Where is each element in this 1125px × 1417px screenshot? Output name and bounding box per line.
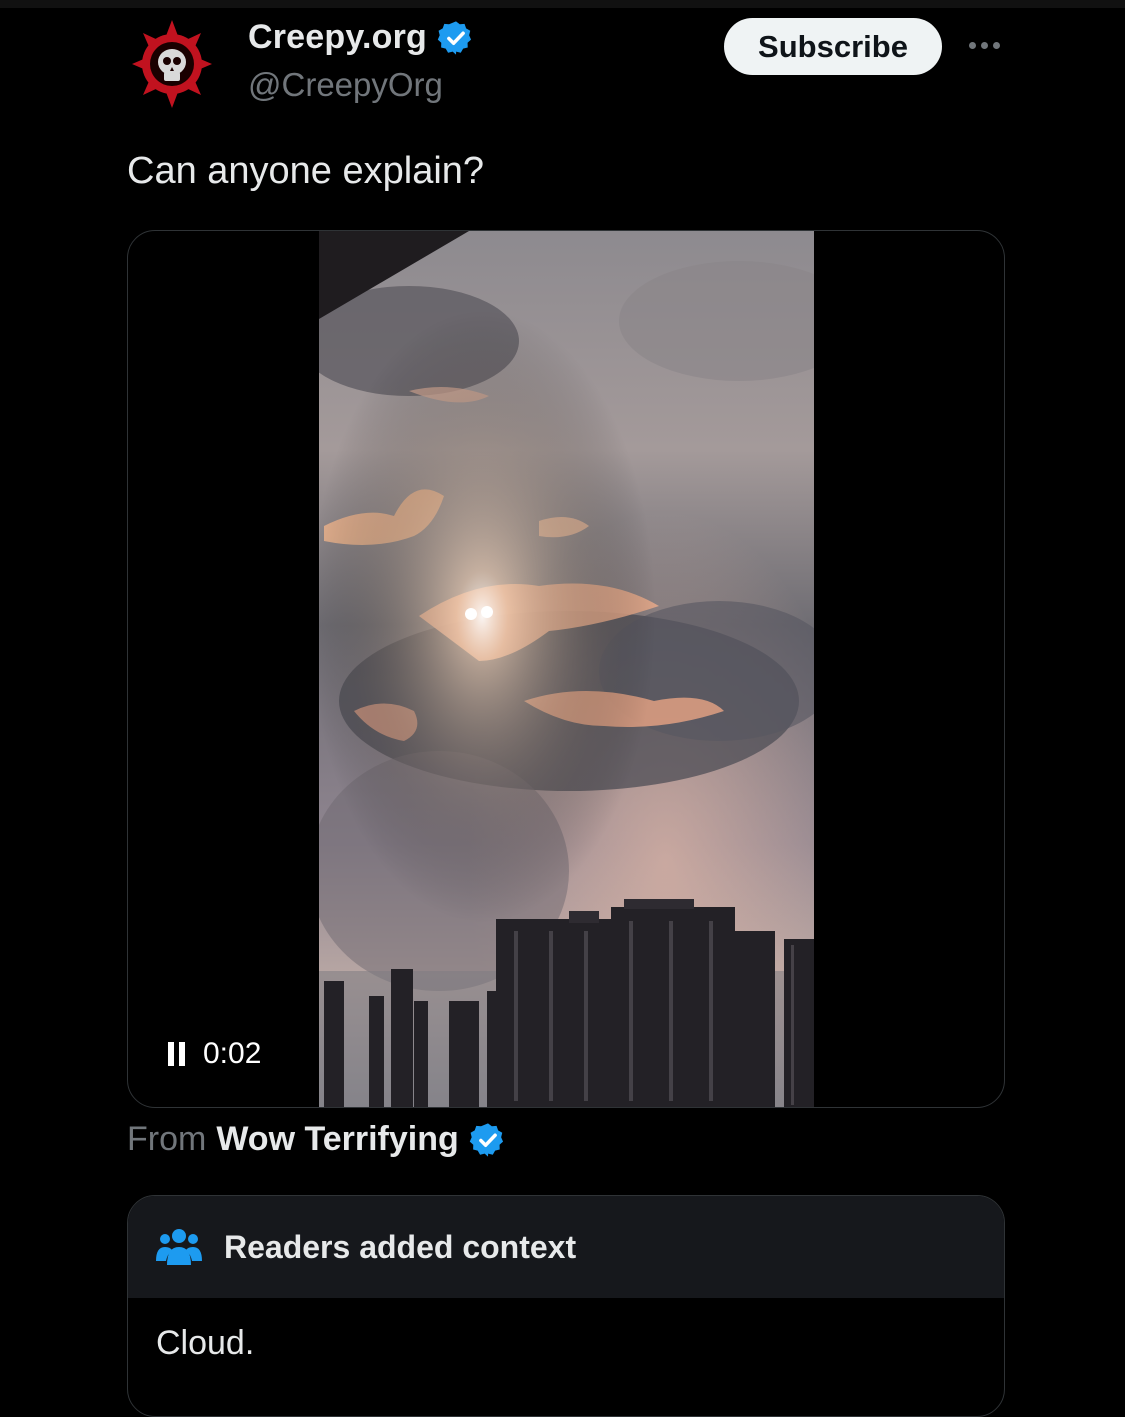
more-horizontal-icon — [968, 41, 976, 49]
skull-emblem-icon — [132, 20, 212, 108]
from-label: From — [127, 1120, 207, 1158]
community-note-title: Readers added context — [224, 1228, 577, 1265]
video-attribution: From Wow Terrifying — [127, 1120, 507, 1159]
video-frame[interactable] — [319, 231, 814, 1107]
sky-clouds-video-thumbnail — [319, 231, 814, 1107]
source-account-link[interactable]: Wow Terrifying — [216, 1120, 458, 1159]
video-player[interactable]: 0:02 — [127, 230, 1005, 1108]
verified-badge-icon — [437, 20, 472, 55]
subscribe-button[interactable]: Subscribe — [724, 18, 942, 75]
verified-badge-icon — [469, 1122, 503, 1157]
display-name[interactable]: Creepy.org — [248, 18, 427, 57]
account-handle[interactable]: @CreepyOrg — [248, 66, 443, 104]
people-icon — [156, 1229, 202, 1265]
more-options-button[interactable] — [962, 22, 1006, 68]
pause-icon[interactable] — [168, 1042, 185, 1066]
account-name-row[interactable]: Creepy.org — [248, 18, 475, 57]
top-edge — [0, 0, 1125, 8]
community-note-body: Cloud. — [156, 1324, 255, 1362]
avatar[interactable] — [130, 18, 214, 110]
community-note-header[interactable]: Readers added context — [128, 1196, 1004, 1298]
post-text: Can anyone explain? — [127, 150, 485, 192]
community-note: Readers added context Cloud. — [127, 1195, 1005, 1417]
video-elapsed-time: 0:02 — [203, 1037, 262, 1070]
playback-control[interactable]: 0:02 — [168, 1037, 261, 1071]
